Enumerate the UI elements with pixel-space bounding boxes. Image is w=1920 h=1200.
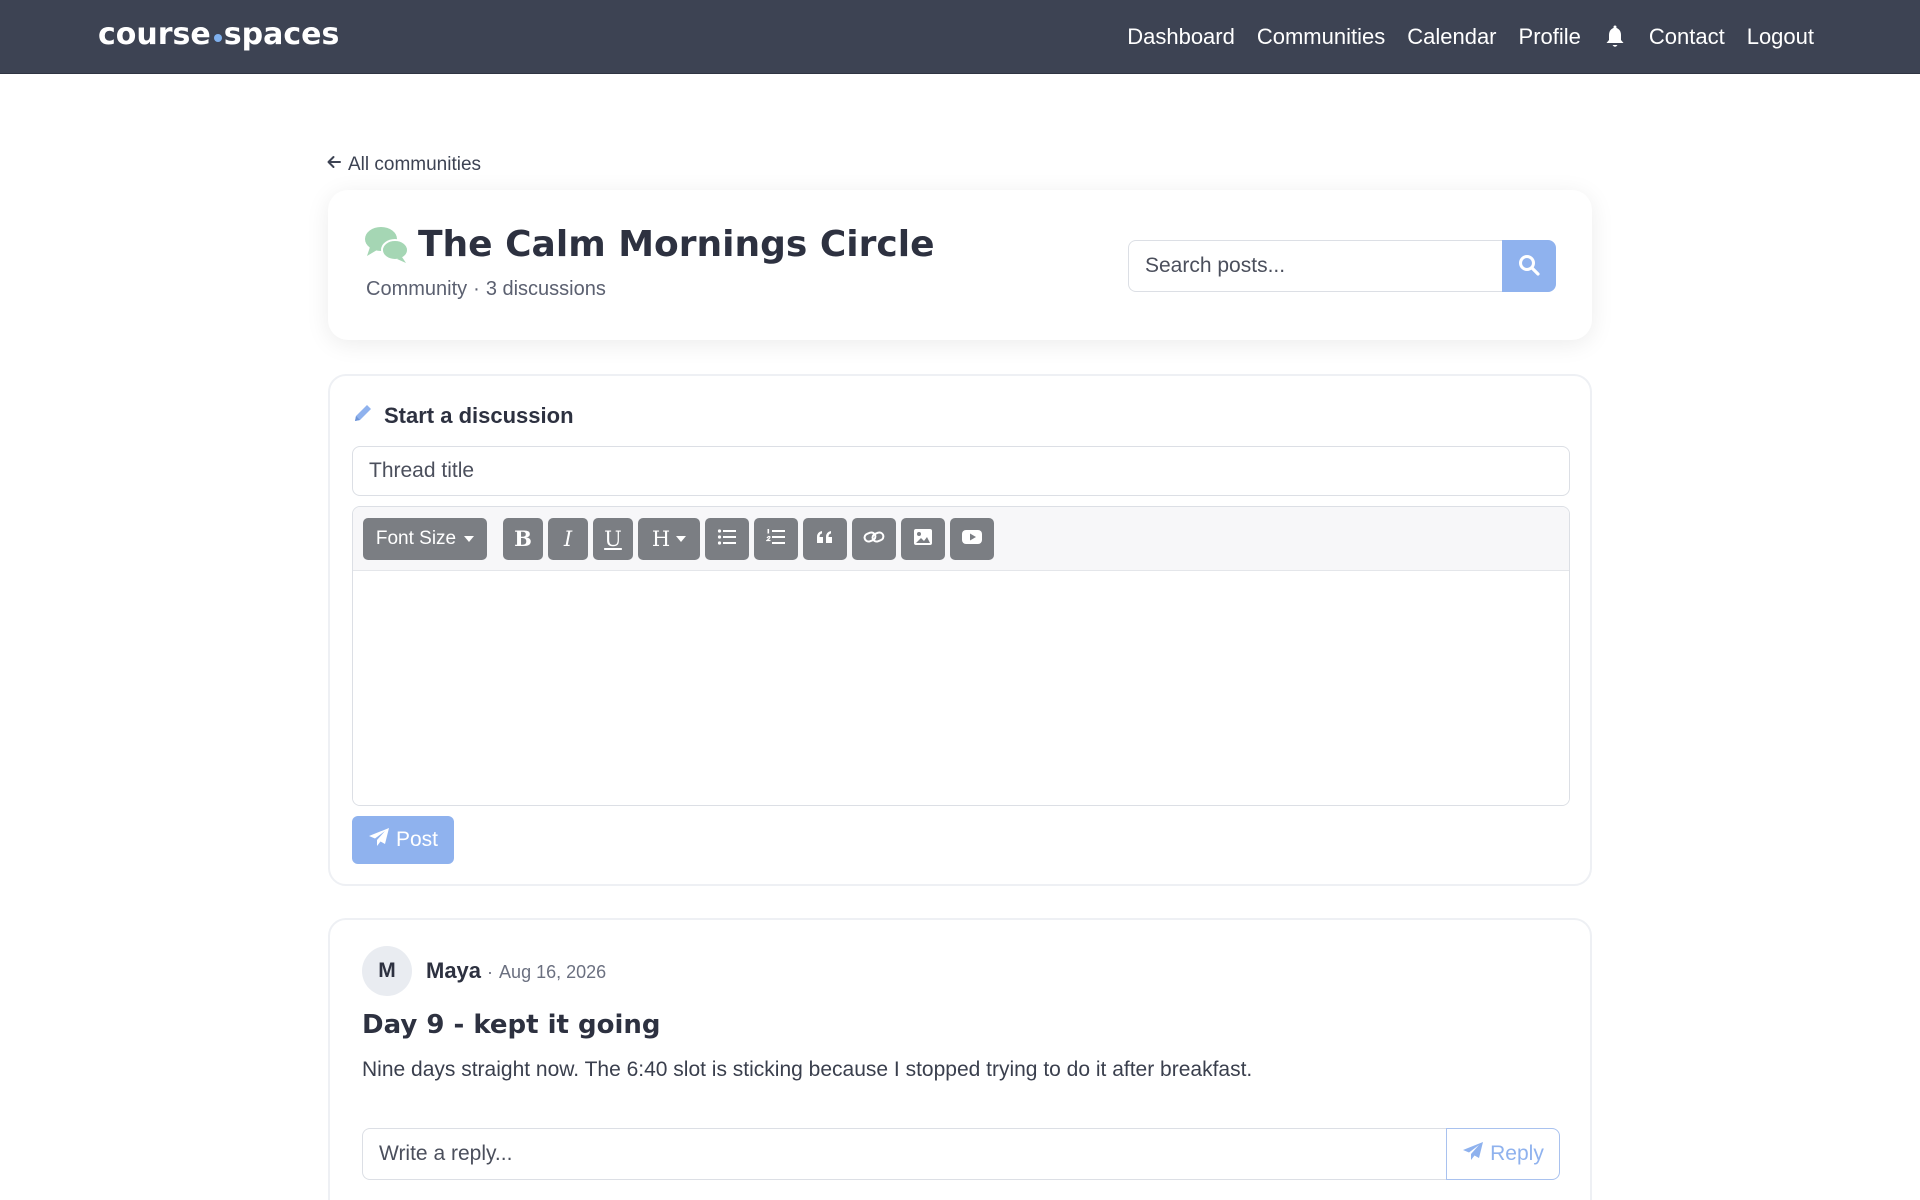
heading-label: H xyxy=(651,526,671,551)
nav-communities[interactable]: Communities xyxy=(1257,24,1385,50)
pencil-icon xyxy=(352,402,374,430)
compose-heading: Start a discussion xyxy=(352,402,574,430)
reply-button[interactable]: Reply xyxy=(1446,1128,1560,1180)
list-ol-icon xyxy=(765,528,786,550)
thread-title-input[interactable] xyxy=(352,446,1570,496)
search-icon xyxy=(1518,254,1540,279)
community-title: The Calm Mornings Circle xyxy=(418,224,935,265)
post-date: Aug 16, 2026 xyxy=(499,962,607,982)
search-input[interactable] xyxy=(1128,240,1502,292)
image-button[interactable] xyxy=(901,517,945,560)
meta-separator: · xyxy=(473,278,480,300)
post-author-line: Maya · Aug 16, 2026 xyxy=(426,958,606,984)
paper-plane-icon xyxy=(1462,1141,1484,1167)
back-to-communities-link[interactable]: All communities xyxy=(326,154,481,176)
community-header-card: The Calm Mornings Circle Community · 3 d… xyxy=(328,190,1592,340)
blockquote-button[interactable] xyxy=(803,517,847,560)
font-size-dropdown[interactable]: Font Size xyxy=(363,517,487,560)
editor-content-area[interactable] xyxy=(353,571,1569,805)
brand-logo[interactable]: course spaces xyxy=(98,17,339,52)
post-button[interactable]: Post xyxy=(352,816,454,864)
arrow-left-icon xyxy=(326,154,342,176)
video-button[interactable] xyxy=(950,517,994,560)
bell-icon[interactable] xyxy=(1603,22,1627,52)
brand-logo-right: spaces xyxy=(223,17,340,52)
compose-heading-label: Start a discussion xyxy=(384,403,574,428)
image-icon xyxy=(913,528,933,550)
nav-links: Dashboard Communities Calendar Profile C… xyxy=(1127,0,1814,74)
bold-button[interactable]: B xyxy=(503,517,543,560)
nav-logout[interactable]: Logout xyxy=(1747,24,1814,50)
font-size-label: Font Size xyxy=(375,527,457,549)
link-icon xyxy=(863,529,885,549)
back-link-label: All communities xyxy=(348,154,482,175)
paper-plane-icon xyxy=(368,827,390,853)
start-discussion-card: Start a discussion Font Size B I U H xyxy=(328,374,1592,886)
quote-icon xyxy=(816,530,834,548)
nav-dashboard[interactable]: Dashboard xyxy=(1127,24,1235,50)
link-button[interactable] xyxy=(852,517,896,560)
post-button-label: Post xyxy=(395,828,439,851)
reply-button-label: Reply xyxy=(1490,1142,1544,1165)
community-meta: Community · 3 discussions xyxy=(366,278,606,301)
reply-bar: Reply xyxy=(362,1128,1560,1180)
nav-contact[interactable]: Contact xyxy=(1649,24,1725,50)
avatar[interactable]: M xyxy=(362,946,412,996)
editor-toolbar: Font Size B I U H xyxy=(353,507,1569,571)
numbered-list-button[interactable] xyxy=(754,517,798,560)
heading-dropdown[interactable]: H xyxy=(638,517,700,560)
caret-down-icon xyxy=(464,535,475,542)
post-title[interactable]: Day 9 - kept it going xyxy=(362,1010,661,1040)
author-date-separator: · xyxy=(487,962,494,982)
bullet-list-button[interactable] xyxy=(705,517,749,560)
brand-dot xyxy=(213,33,222,42)
comments-icon xyxy=(364,226,410,269)
caret-down-icon xyxy=(676,535,687,542)
italic-button[interactable]: I xyxy=(548,517,588,560)
search-bar xyxy=(1128,240,1556,292)
nav-profile[interactable]: Profile xyxy=(1519,24,1581,50)
community-type: Community xyxy=(366,278,468,300)
list-ul-icon xyxy=(717,528,737,550)
youtube-icon xyxy=(961,529,983,549)
discussion-post: M Maya · Aug 16, 2026 Day 9 - kept it go… xyxy=(328,918,1592,1200)
post-author[interactable]: Maya xyxy=(426,958,481,984)
top-navbar: course spaces Dashboard Communities Calen… xyxy=(0,0,1920,74)
nav-calendar[interactable]: Calendar xyxy=(1407,24,1496,50)
rich-text-editor: Font Size B I U H xyxy=(352,506,1570,806)
reply-input[interactable] xyxy=(362,1128,1446,1180)
brand-logo-left: course xyxy=(98,17,211,52)
discussion-count: 3 discussions xyxy=(485,278,606,300)
post-body: Nine days straight now. The 6:40 slot is… xyxy=(362,1058,1253,1081)
search-button[interactable] xyxy=(1502,240,1556,292)
underline-button[interactable]: U xyxy=(593,517,633,560)
